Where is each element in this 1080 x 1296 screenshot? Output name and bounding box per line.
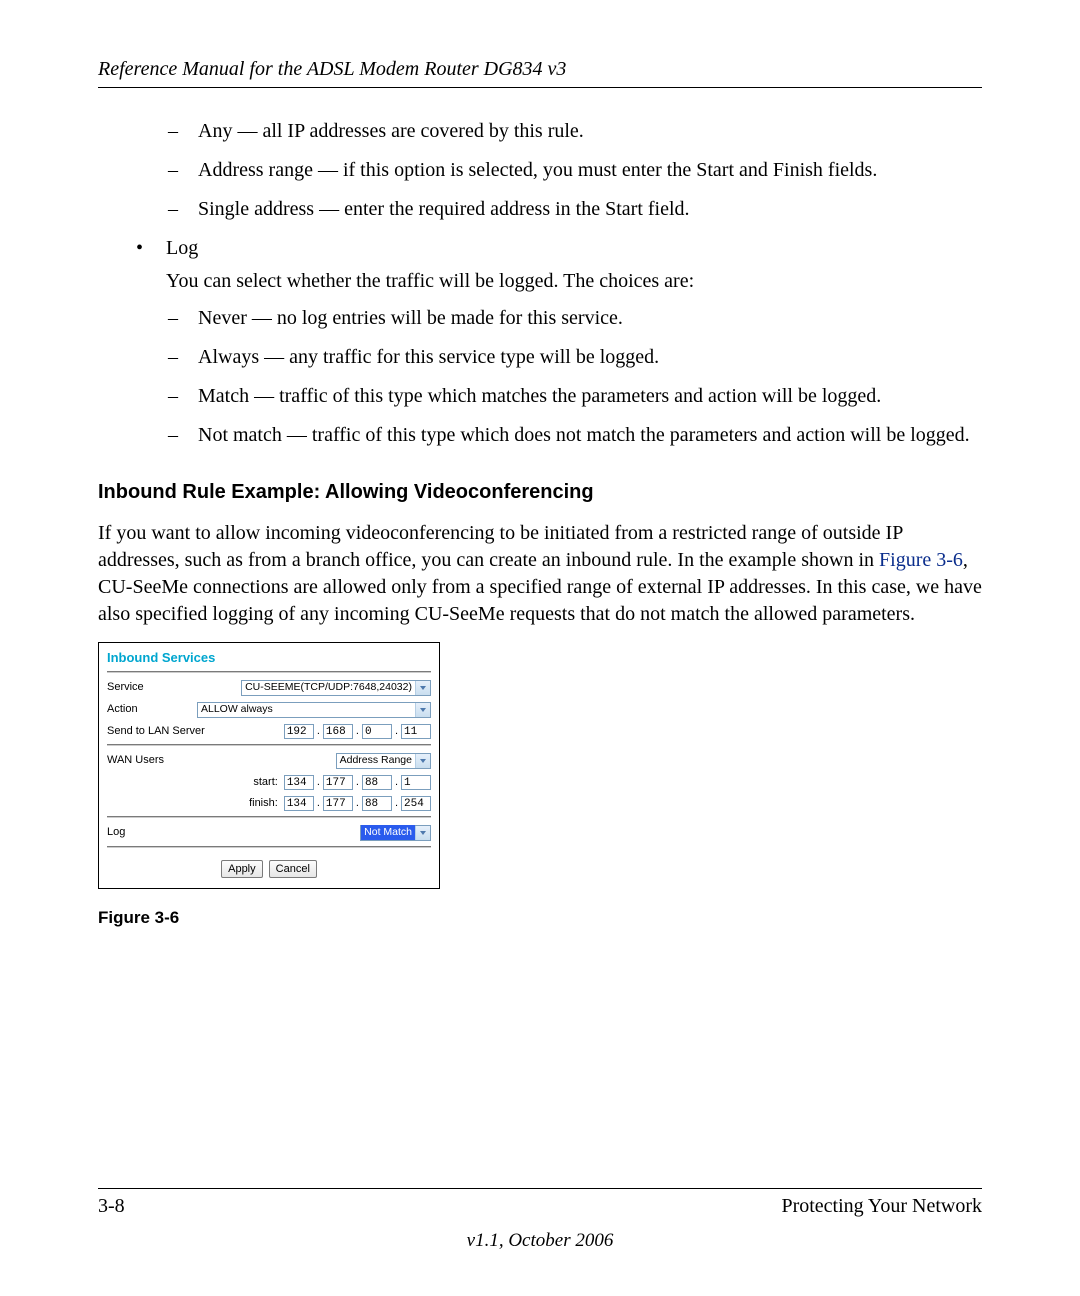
list-item: Address range — if this option is select… — [168, 157, 982, 184]
ip-octet-input[interactable]: 134 — [284, 775, 314, 790]
log-select[interactable]: Not Match — [360, 825, 431, 841]
row-log: Log Not Match — [99, 822, 439, 844]
label-log: Log — [107, 825, 193, 840]
label-start: start: — [253, 775, 277, 790]
panel-title: Inbound Services — [99, 643, 439, 669]
ip-octet-input[interactable]: 88 — [362, 775, 392, 790]
row-send-to-lan: Send to LAN Server 192. 168. 0. 11 — [99, 721, 439, 742]
label-send-to-lan: Send to LAN Server — [107, 724, 207, 739]
panel-divider — [107, 846, 431, 848]
section-heading: Inbound Rule Example: Allowing Videoconf… — [98, 479, 982, 506]
ip-octet-input[interactable]: 134 — [284, 796, 314, 811]
inbound-services-panel: Inbound Services Service CU-SEEME(TCP/UD… — [98, 642, 440, 889]
ip-octet-input[interactable]: 177 — [323, 796, 353, 811]
finish-ip: 134. 177. 88. 254 — [284, 796, 431, 811]
section-paragraph: If you want to allow incoming videoconfe… — [98, 520, 982, 628]
list-item: Any — all IP addresses are covered by th… — [168, 118, 982, 145]
panel-divider — [107, 671, 431, 673]
service-select[interactable]: CU-SEEME(TCP/UDP:7648,24032) — [241, 680, 431, 696]
figure-reference-link[interactable]: Figure 3-6 — [879, 549, 963, 571]
log-select-value: Not Match — [361, 825, 415, 839]
button-row: Apply Cancel — [99, 852, 439, 883]
row-start-ip: start: 134. 177. 88. 1 — [99, 772, 439, 793]
footer-rule — [98, 1188, 982, 1189]
list-item: Not match — traffic of this type which d… — [168, 422, 982, 449]
log-bullet: Log — [98, 235, 982, 262]
log-intro: You can select whether the traffic will … — [98, 268, 982, 295]
page-number: 3-8 — [98, 1195, 125, 1218]
ip-octet-input[interactable]: 88 — [362, 796, 392, 811]
ip-octet-input[interactable]: 192 — [284, 724, 314, 739]
ip-octet-input[interactable]: 254 — [401, 796, 431, 811]
chevron-down-icon — [415, 754, 430, 768]
wan-users-select[interactable]: Address Range — [336, 753, 431, 769]
list-item: Single address — enter the required addr… — [168, 196, 982, 223]
panel-divider — [107, 816, 431, 818]
label-service: Service — [107, 680, 193, 695]
running-header: Reference Manual for the ADSL Modem Rout… — [98, 58, 982, 81]
ip-octet-input[interactable]: 0 — [362, 724, 392, 739]
label-wan-users: WAN Users — [107, 753, 193, 768]
send-to-lan-ip: 192. 168. 0. 11 — [284, 724, 431, 739]
list-item: Never — no log entries will be made for … — [168, 305, 982, 332]
address-options-list: Any — all IP addresses are covered by th… — [98, 118, 982, 223]
label-action: Action — [107, 702, 193, 717]
start-ip: 134. 177. 88. 1 — [284, 775, 431, 790]
wan-users-select-value: Address Range — [337, 753, 415, 767]
figure-caption: Figure 3-6 — [98, 907, 982, 930]
para-pre: If you want to allow incoming videoconfe… — [98, 522, 903, 571]
action-select[interactable]: ALLOW always — [197, 702, 431, 718]
row-finish-ip: finish: 134. 177. 88. 254 — [99, 793, 439, 814]
ip-octet-input[interactable]: 11 — [401, 724, 431, 739]
row-service: Service CU-SEEME(TCP/UDP:7648,24032) — [99, 677, 439, 699]
chapter-title: Protecting Your Network — [781, 1195, 982, 1218]
page-footer: 3-8 Protecting Your Network v1.1, Octobe… — [98, 1188, 982, 1252]
row-action: Action ALLOW always — [99, 699, 439, 721]
label-finish: finish: — [249, 796, 278, 811]
apply-button[interactable]: Apply — [221, 860, 263, 879]
footer-version: v1.1, October 2006 — [98, 1230, 982, 1252]
row-wan-users: WAN Users Address Range — [99, 750, 439, 772]
list-item: Match — traffic of this type which match… — [168, 383, 982, 410]
chevron-down-icon — [415, 826, 430, 840]
panel-divider — [107, 744, 431, 746]
chevron-down-icon — [415, 681, 430, 695]
ip-octet-input[interactable]: 168 — [323, 724, 353, 739]
ip-octet-input[interactable]: 1 — [401, 775, 431, 790]
list-item: Always — any traffic for this service ty… — [168, 344, 982, 371]
action-select-value: ALLOW always — [198, 702, 276, 716]
chevron-down-icon — [415, 703, 430, 717]
service-select-value: CU-SEEME(TCP/UDP:7648,24032) — [242, 680, 415, 694]
ip-octet-input[interactable]: 177 — [323, 775, 353, 790]
cancel-button[interactable]: Cancel — [269, 860, 317, 879]
log-bullet-title: Log — [136, 235, 982, 262]
log-options-list: Never — no log entries will be made for … — [98, 305, 982, 449]
header-rule — [98, 87, 982, 88]
